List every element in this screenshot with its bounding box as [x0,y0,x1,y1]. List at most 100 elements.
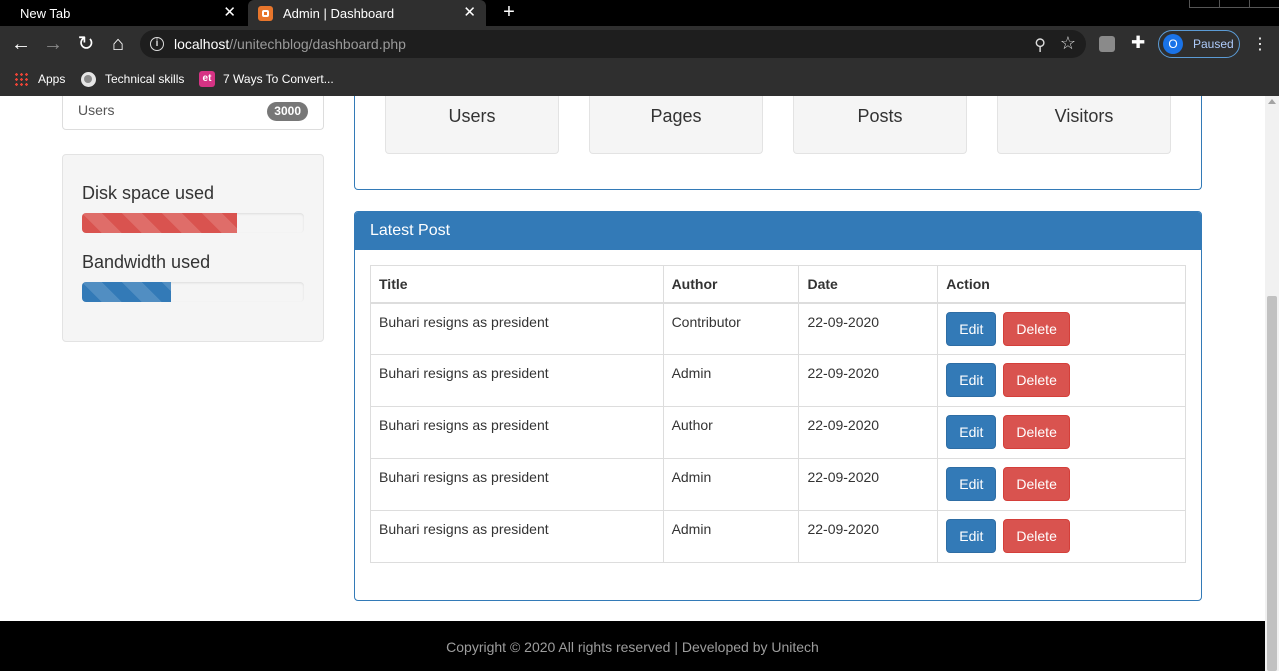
zoom-icon[interactable]: ⚲ [1034,35,1046,55]
extension-icon[interactable] [1099,36,1115,52]
bookmarks-bar: Apps Technical skills et 7 Ways To Conve… [0,62,1279,96]
apps-grid-icon [14,72,28,86]
home-icon[interactable]: ⌂ [107,32,129,56]
table-row: Buhari resigns as president Contributor … [370,302,1186,355]
table-row: Buhari resigns as president Admin 22-09-… [370,458,1186,511]
sidebar-item-users[interactable]: Users 3000 [62,96,324,130]
profile-avatar: O [1163,34,1183,54]
back-arrow-icon[interactable]: ← [10,32,32,56]
browser-toolbar: ← → ↻ ⌂ i localhost//unitechblog/dashboa… [0,26,1279,62]
latest-post-table: Title Author Date Action Buhari resigns … [370,265,1186,563]
close-window-button[interactable] [1249,0,1279,8]
bandwidth-progress-fill [82,282,171,302]
disk-space-progress-fill [82,213,238,233]
bookmark-label: 7 Ways To Convert... [223,72,334,86]
stat-posts[interactable]: Posts [793,96,967,154]
site-info-icon[interactable]: i [150,37,164,51]
new-tab-plus-icon[interactable]: + [500,0,518,26]
maximize-button[interactable] [1219,0,1249,8]
bookmark-apps[interactable]: Apps [14,68,65,90]
bookmark-label: Technical skills [105,72,185,86]
table-header-row: Title Author Date Action [370,265,1186,304]
post-actions: Edit Delete [937,354,1186,407]
stat-label: Posts [857,106,903,126]
profile-button[interactable]: O Paused [1158,30,1240,58]
column-header-author: Author [662,265,800,304]
post-date: 22-09-2020 [798,406,939,459]
profile-status: Paused [1193,37,1234,51]
post-author: Contributor [662,302,800,355]
page-scrollbar[interactable] [1265,96,1279,671]
tab-new-tab[interactable]: New Tab ✕ [0,0,246,26]
browser-menu-icon[interactable]: ⋮ [1252,34,1268,54]
xampp-favicon-icon [258,5,273,21]
stat-users[interactable]: Users [385,96,559,154]
bookmark-label: Apps [38,72,66,86]
address-bar[interactable]: i localhost//unitechblog/dashboard.php ⚲… [140,30,1086,58]
tab-label: New Tab [20,5,71,21]
delete-button[interactable]: Delete [1003,519,1070,553]
post-author: Admin [662,510,800,563]
delete-button[interactable]: Delete [1003,363,1070,397]
column-header-action: Action [937,265,1186,304]
reload-icon[interactable]: ↻ [75,32,97,56]
browser-tab-strip: New Tab ✕ Admin | Dashboard ✕ + [0,0,1279,26]
post-title: Buhari resigns as president [370,302,664,355]
globe-icon [81,71,96,87]
edit-button[interactable]: Edit [946,311,997,346]
post-date: 22-09-2020 [798,458,939,511]
scroll-up-arrow-icon[interactable] [1268,99,1276,104]
bookmark-star-icon[interactable]: ☆ [1060,33,1076,54]
table-row: Buhari resigns as president Admin 22-09-… [370,354,1186,407]
column-header-title: Title [370,265,664,304]
tab-admin-dashboard[interactable]: Admin | Dashboard ✕ [248,0,486,26]
post-date: 22-09-2020 [798,354,939,407]
url-text[interactable]: localhost//unitechblog/dashboard.php [174,36,406,52]
latest-post-panel: Latest Post Title Author Date Action Buh… [354,211,1202,601]
post-actions: Edit Delete [937,406,1186,459]
post-author: Admin [662,354,800,407]
window-controls [1189,0,1279,8]
table-row: Buhari resigns as president Author 22-09… [370,406,1186,459]
stat-visitors[interactable]: Visitors [997,96,1171,154]
stat-label: Users [448,106,496,126]
post-author: Author [662,406,800,459]
close-tab-icon[interactable]: ✕ [223,4,236,22]
extensions-puzzle-icon[interactable]: ✚ [1131,33,1145,53]
disk-space-heading: Disk space used [82,183,215,203]
delete-button[interactable]: Delete [1003,415,1070,449]
panel-title: Latest Post [355,212,1201,250]
post-actions: Edit Delete [937,458,1186,511]
stat-label: Pages [650,106,702,126]
page-footer: Copyright © 2020 All rights reserved | D… [0,621,1265,671]
scrollbar-thumb[interactable] [1267,296,1277,671]
stat-pages[interactable]: Pages [589,96,763,154]
close-tab-icon[interactable]: ✕ [463,4,476,22]
sidebar-item-label: Users [78,102,115,118]
edit-button[interactable]: Edit [946,519,997,553]
post-title: Buhari resigns as president [370,354,664,407]
post-title: Buhari resigns as president [370,510,664,563]
url-path: //unitechblog/dashboard.php [229,36,406,52]
overview-panel: Users Pages Posts Visitors [354,96,1202,190]
edit-button[interactable]: Edit [946,363,997,397]
minimize-button[interactable] [1189,0,1219,8]
stat-label: Visitors [1054,106,1114,126]
edit-button[interactable]: Edit [946,415,997,449]
post-actions: Edit Delete [937,510,1186,563]
forward-arrow-icon[interactable]: → [42,32,64,56]
post-date: 22-09-2020 [798,302,939,355]
bookmark-technical-skills[interactable]: Technical skills [81,68,184,90]
usage-well: Disk space used Bandwidth used [62,154,324,342]
post-author: Admin [662,458,800,511]
bookmark-7-ways[interactable]: et 7 Ways To Convert... [199,68,334,90]
table-row: Buhari resigns as president Admin 22-09-… [370,510,1186,563]
tab-label: Admin | Dashboard [283,5,395,21]
post-title: Buhari resigns as president [370,406,664,459]
delete-button[interactable]: Delete [1003,467,1070,501]
delete-button[interactable]: Delete [1003,311,1070,346]
post-actions: Edit Delete [937,302,1186,355]
page-viewport: Users 3000 Disk space used Bandwidth use… [0,96,1265,671]
edit-button[interactable]: Edit [946,467,997,501]
column-header-date: Date [798,265,939,304]
